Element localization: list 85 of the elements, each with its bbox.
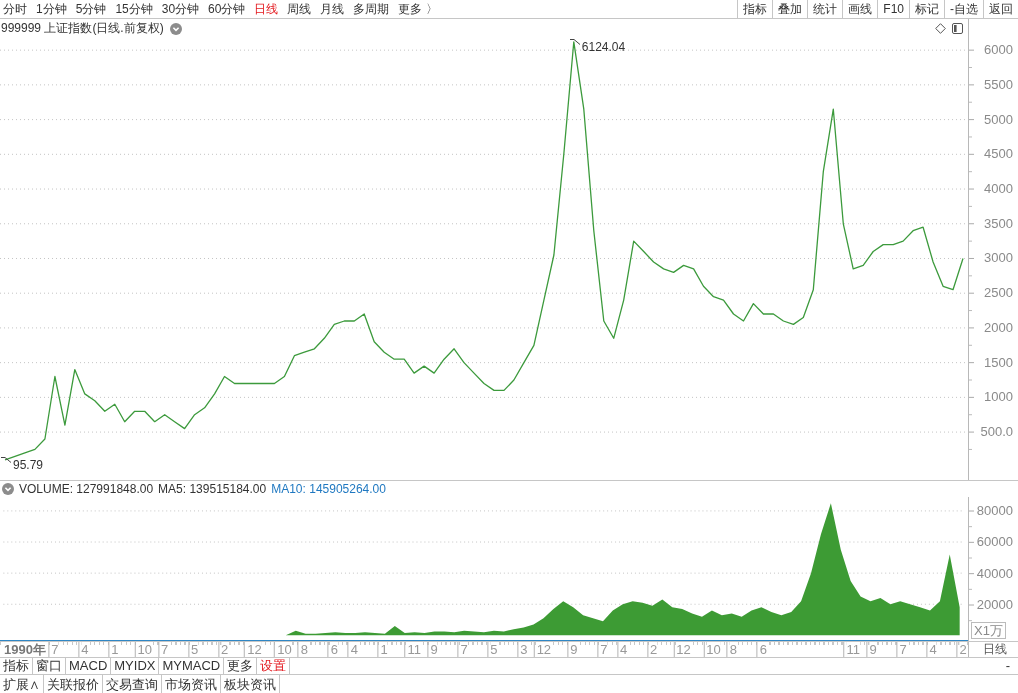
axis-label: 7 [899,642,907,657]
price-annotation: 95.79 [13,457,43,472]
axis-label: 12 [536,642,552,657]
axis-label: 60000 [976,534,1013,551]
axis-label: 1500 [984,354,1013,371]
indicator-tab[interactable]: 更多 [224,658,258,674]
axis-label: 1 [380,642,388,657]
indicator-tab[interactable]: MACD [66,658,112,674]
axis-label: 5000 [984,111,1013,128]
indicator-value: MA5: 139515184.00 [158,482,267,496]
bottom-tab[interactable]: 关联报价 [44,675,103,693]
axis-label: 4 [620,642,628,657]
axis-label: 7 [51,642,59,657]
leader-line-icon [569,38,580,45]
axis-label: 5 [490,642,498,657]
minimize-button[interactable]: - [997,658,1018,674]
period-tab[interactable]: 多周期 [353,1,390,17]
axis-label: 6 [759,642,768,657]
chevron-down-icon[interactable] [2,483,14,495]
axis-label: 12 [676,642,691,657]
axis-label: 5500 [984,76,1013,93]
indicator-value: MA10: 145905264.00 [271,482,386,496]
period-tab[interactable]: 月线 [320,1,345,17]
axis-label: 9 [570,642,578,657]
axis-label: 500.0 [980,424,1013,441]
axis-label: 4 [350,642,358,657]
axis-label: 9 [869,642,877,657]
chevron-down-icon[interactable] [169,22,182,35]
period-tab[interactable]: 更多 〉 [398,1,438,17]
indicator-tab[interactable]: MYMACD [159,658,225,674]
period-tab[interactable]: 30分钟 [161,1,200,17]
axis-label: 3 [520,642,528,657]
chart-title: 999999 上证指数(日线.前复权) [1,20,164,37]
axis-label: 4500 [984,146,1013,163]
indicator-value: VOLUME: 127991848.00 [19,482,154,496]
axis-label: 10 [137,642,152,657]
axis-label: 2500 [984,285,1013,302]
axis-label: 9 [430,642,438,657]
unit-label: X1万 [971,622,1006,639]
axis-label: 1000 [984,389,1013,406]
indicator-tab[interactable]: 设置 [257,658,291,674]
axis-label: 2000 [984,319,1013,336]
axis-label: 40000 [976,565,1013,582]
axis-label: 7 [460,642,468,657]
leader-line-icon [1,456,11,463]
axis-label: 1 [111,642,119,657]
period-tab[interactable]: 15分钟 [115,1,153,17]
axis-label: 1990年 [4,642,46,657]
axis-label: 2 [959,642,967,657]
axis-label: 3500 [984,215,1013,232]
period-tab[interactable]: 5分钟 [75,1,107,17]
bottom-tab[interactable]: 交易查询 [103,675,162,693]
bottom-tab[interactable]: 板块资讯 [221,675,280,693]
axis-label: 8 [300,642,308,657]
axis-label: 2 [650,642,658,657]
axis-label: 20000 [976,597,1013,613]
period-tab[interactable]: 1分钟 [36,1,67,17]
axis-label: 11 [846,642,860,657]
indicator-tab[interactable]: 指标 [0,658,33,674]
axis-label: 4000 [984,181,1013,198]
bottom-tab[interactable]: 市场资讯 [162,675,221,693]
axis-label: 8 [729,642,738,657]
indicator-tab[interactable]: MYIDX [111,658,160,674]
period-tab[interactable]: 分时 [3,1,27,17]
axis-label: 7 [600,642,608,657]
axis-label: 7 [161,642,169,657]
diamond-icon[interactable] [935,23,946,34]
axis-label: 10 [706,642,721,657]
indicator-tab[interactable]: 窗口 [33,658,66,674]
axis-label: 5 [191,642,199,657]
axis-label: 3000 [984,250,1013,267]
period-label: 日线 [983,641,1007,658]
bottom-tab[interactable]: 扩展∧ [0,675,44,693]
axis-label: 4 [81,642,89,657]
axis-label: 6 [330,642,338,657]
axis-label: 2 [220,642,229,657]
period-tab[interactable]: 日线 [254,1,279,17]
axis-label: 4 [929,642,937,657]
period-tab[interactable]: 60分钟 [208,1,246,17]
axis-label: 80000 [976,503,1013,519]
axis-label: 11 [407,642,421,657]
period-tab[interactable]: 周线 [287,1,312,17]
axis-label: 6000 [984,42,1013,59]
price-annotation: 6124.04 [581,39,626,54]
panel-icon[interactable] [952,23,963,34]
